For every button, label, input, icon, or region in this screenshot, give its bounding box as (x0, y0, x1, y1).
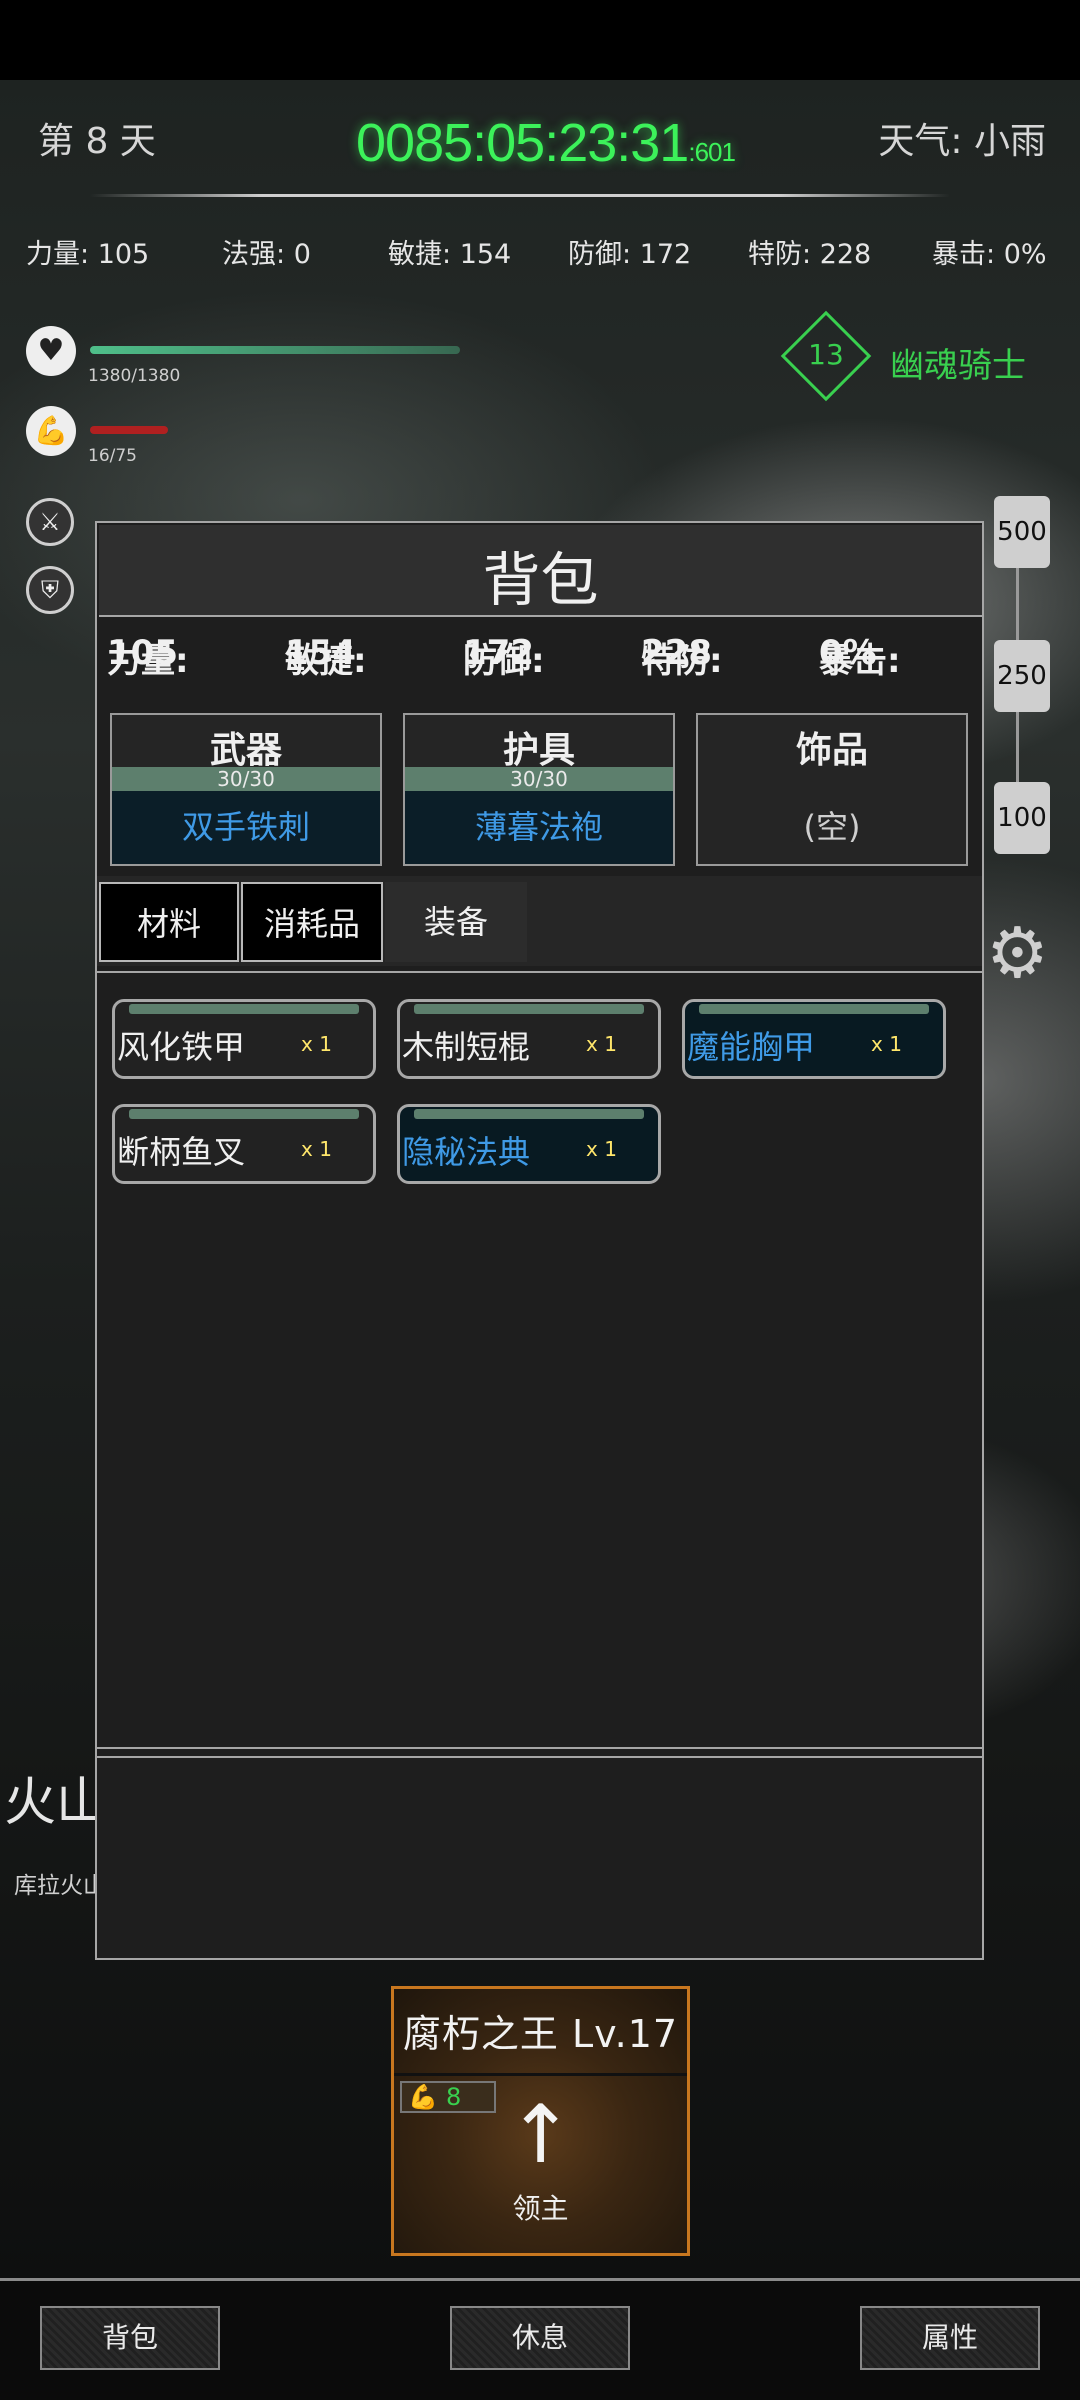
clock-milliseconds: :601 (688, 137, 736, 167)
divider (97, 1747, 982, 1749)
item-count: x 1 (586, 1032, 617, 1056)
slot-item-empty[interactable]: (空) (698, 791, 966, 864)
player-stats-row: 力量: 105 法强: 0 敏捷: 154 防御: 172 特防: 228 暴击… (0, 232, 1080, 272)
stat-crit: 暴击: 0% (932, 239, 1047, 270)
item-name: 断柄鱼叉 (117, 1133, 246, 1171)
tab-equipment[interactable]: 装备 (385, 882, 527, 962)
location-title: 火山 (4, 1773, 109, 1833)
shield-icon[interactable]: ⛨ (26, 566, 74, 614)
inventory-tabs: 材料 消耗品 装备 (97, 876, 982, 966)
item-name: 风化铁甲 (117, 1028, 246, 1066)
location-subtitle: 库拉火山 (14, 1873, 106, 1899)
slot-title: 武器 (209, 730, 282, 771)
boss-label: 领主 (512, 2192, 569, 2225)
attributes-button[interactable]: 属性 (860, 2306, 1040, 2370)
day-counter: 第 8 天 (38, 121, 156, 162)
inventory-item[interactable]: 魔能胸甲 x 1 (682, 999, 946, 1079)
slot-durability: 30/30 (112, 767, 380, 791)
slot-armor[interactable]: 护具 30/30 薄暮法袍 (403, 713, 675, 866)
inventory-item[interactable]: 断柄鱼叉 x 1 (112, 1104, 376, 1184)
item-count: x 1 (301, 1137, 332, 1161)
hud-divider (90, 194, 950, 197)
up-arrow-icon: ↑ (506, 2088, 575, 2181)
stat-magic: 法强: 0 (222, 239, 311, 270)
backpack-button[interactable]: 背包 (40, 2306, 220, 2370)
boss-card[interactable]: 腐朽之王 Lv.17 💪 8 ↑ 领主 (391, 1986, 690, 2256)
slot-item[interactable]: 薄暮法袍 (405, 791, 673, 864)
slot-weapon[interactable]: 武器 30/30 双手铁刺 (110, 713, 382, 866)
stamina-bar (90, 426, 168, 434)
item-detail-panel (97, 1758, 982, 1958)
scale-tag-250[interactable]: 250 (994, 640, 1050, 712)
item-name: 隐秘法典 (402, 1133, 531, 1171)
item-bar (699, 1004, 929, 1014)
inventory-item[interactable]: 隐秘法典 x 1 (397, 1104, 661, 1184)
hp-text: 1380/1380 (88, 366, 181, 386)
inventory-item[interactable]: 风化铁甲 x 1 (112, 999, 376, 1079)
modal-title: 背包 (482, 546, 599, 614)
slot-item[interactable]: 双手铁刺 (112, 791, 380, 864)
boss-divider (394, 2073, 687, 2076)
item-bar (414, 1109, 644, 1119)
slot-durability: 30/30 (405, 767, 673, 791)
hp-bar (90, 346, 460, 354)
stat-special-defense: 特防: 228 (748, 239, 872, 270)
item-name: 魔能胸甲 (687, 1028, 816, 1066)
stat-strength: 力量: 105 (26, 239, 150, 270)
item-bar (129, 1004, 359, 1014)
flex-arm-icon: 💪 (26, 406, 76, 456)
stat-agility: 敏捷: 154 (388, 239, 512, 270)
item-count: x 1 (586, 1137, 617, 1161)
modal-title-bar: 背包 (99, 525, 982, 617)
stamina-text: 16/75 (88, 446, 137, 466)
gear-icon[interactable]: ⚙ (986, 918, 1049, 988)
tab-materials[interactable]: 材料 (99, 882, 239, 962)
slot-title: 饰品 (795, 730, 868, 771)
slot-accessory[interactable]: 饰品 (空) (696, 713, 968, 866)
backpack-modal: 背包 力量: 105 敏捷: 154 防御: 172 特防: 228 暴击: 0… (95, 521, 984, 1960)
item-count: x 1 (301, 1032, 332, 1056)
tab-consumables[interactable]: 消耗品 (241, 882, 383, 962)
backpack-stats: 力量: 105 敏捷: 154 防御: 172 特防: 228 暴击: 0% (107, 633, 901, 681)
boss-title: 腐朽之王 Lv.17 (402, 2012, 679, 2056)
enemy-level: 13 (808, 338, 844, 371)
heart-icon: ♥ (26, 326, 76, 376)
slot-durability (698, 767, 966, 791)
stat-defense: 防御: 172 (568, 239, 692, 270)
scale-tag-500[interactable]: 500 (994, 496, 1050, 568)
inventory-item[interactable]: 木制短棍 x 1 (397, 999, 661, 1079)
item-bar (414, 1004, 644, 1014)
game-clock: 0085:05:23:31:601 (356, 112, 736, 174)
item-count: x 1 (871, 1032, 902, 1056)
clock-main: 0085:05:23:31 (356, 113, 689, 173)
weather-label: 天气: 小雨 (878, 121, 1046, 162)
rest-button[interactable]: 休息 (450, 2306, 630, 2370)
crossed-swords-icon[interactable]: ⚔ (26, 498, 74, 546)
item-name: 木制短棍 (402, 1028, 531, 1066)
slot-title: 护具 (502, 730, 575, 771)
scale-tag-100[interactable]: 100 (994, 782, 1050, 854)
enemy-name[interactable]: 幽魂骑士 (890, 338, 1026, 387)
divider (97, 971, 982, 973)
item-bar (129, 1109, 359, 1119)
